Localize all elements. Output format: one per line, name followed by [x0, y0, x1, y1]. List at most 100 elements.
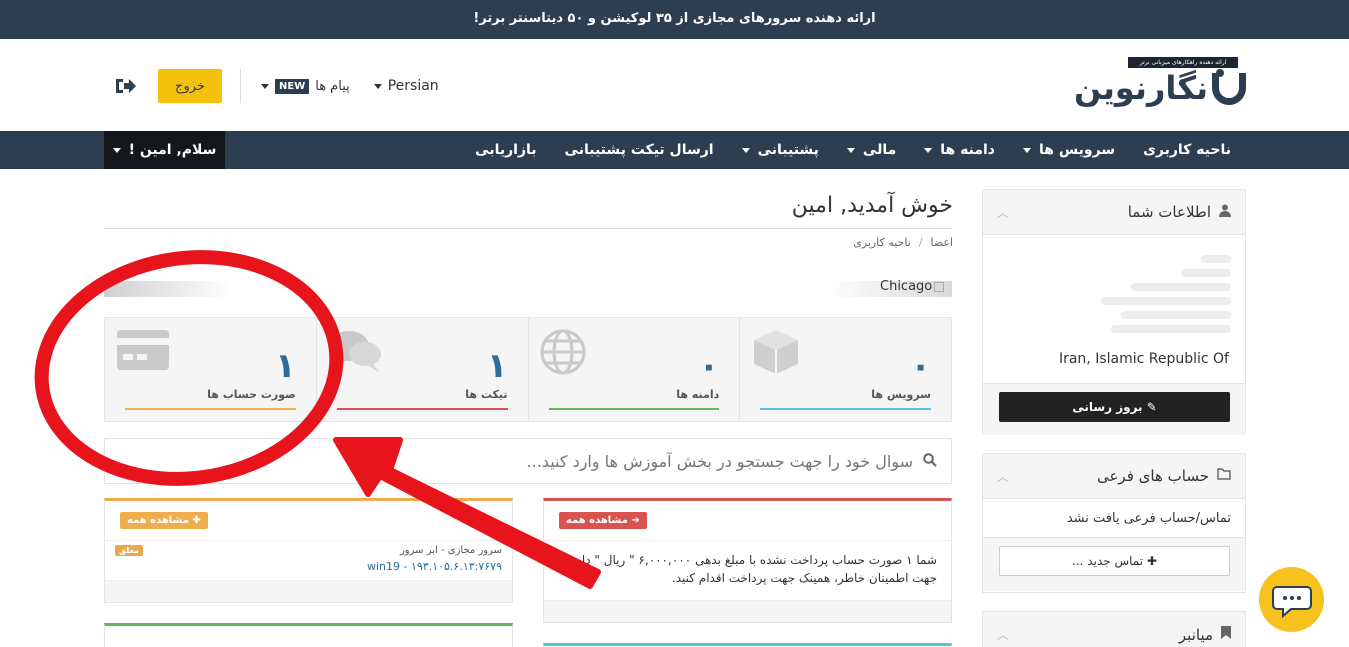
nav-item-3[interactable]: مالی — [833, 131, 910, 169]
title-divider — [104, 228, 952, 229]
stat-value: ۱ — [486, 346, 508, 386]
stat-value: ۰ — [698, 346, 720, 386]
update-label: بروز رسانی — [1072, 400, 1143, 414]
service-row[interactable]: سرور مجازی - ابر سرور win19 - ۱۹۳.۱۰۵.۶.… — [105, 541, 512, 575]
status-badge: معلق — [115, 545, 143, 556]
view-all-services-button[interactable]: مشاهده همه ✚ — [120, 512, 208, 529]
shortcuts-header[interactable]: میانبر ︿ — [983, 612, 1245, 647]
chevron-up-icon[interactable]: ︿ — [997, 468, 1009, 485]
chat-icon — [1271, 585, 1312, 618]
header-actions: خروج NEW پیام ها Persian — [110, 69, 439, 103]
nav-item-1[interactable]: سرویس ها — [1009, 131, 1129, 169]
messages-menu[interactable]: NEW پیام ها — [261, 78, 350, 94]
new-contact-button[interactable]: ✚ تماس جدید ... — [999, 546, 1230, 576]
header-divider — [240, 69, 241, 103]
messages-label: پیام ها — [315, 78, 350, 94]
nav-item-2[interactable]: دامنه ها — [910, 131, 1009, 169]
subaccounts-header[interactable]: حساب های فرعی ︿ — [983, 454, 1245, 499]
broken-image-icon — [934, 281, 945, 292]
nav-items: ناحیه کاربری سرویس ها دامنه ها مالی پشتیبانی… — [461, 131, 1245, 169]
nav-item-label: بازاریابی — [475, 142, 537, 158]
services-card-footer — [105, 580, 512, 602]
main-navbar: ناحیه کاربری سرویس ها دامنه ها مالی پشتیبانی… — [0, 131, 1349, 169]
announcement-bar: ارائه دهنده سرورهای مجازی از ۳۵ لوکیشن و… — [0, 0, 1349, 39]
your-info-header[interactable]: اطلاعات شما ︿ — [983, 190, 1245, 235]
redacted-line — [1121, 311, 1231, 319]
view-all-label: مشاهده همه — [566, 515, 628, 526]
redacted-line — [1101, 297, 1231, 305]
your-info-panel: اطلاعات شما ︿ Iran, Islamic Republic Of … — [982, 189, 1246, 435]
redacted-line — [1201, 255, 1231, 263]
chevron-down-icon — [261, 83, 269, 89]
user-menu[interactable]: سلام, امین ! — [104, 131, 225, 169]
box-icon — [750, 328, 802, 376]
folder-icon — [1217, 468, 1231, 484]
chevron-down-icon — [846, 147, 855, 153]
language-selector[interactable]: Persian — [373, 78, 439, 94]
stat-tile-1[interactable]: ۰ دامنه ها — [527, 318, 740, 421]
site-logo[interactable]: ارائه دهنده راهکارهای میزبانی برتر نگارن… — [1066, 57, 1246, 113]
invoices-card: مشاهده همه ➔ شما ۱ صورت حساب پرداخت نشده… — [543, 498, 952, 623]
logout-button[interactable]: خروج — [158, 69, 222, 103]
stat-tile-3[interactable]: ۱ صورت حساب ها — [105, 318, 316, 421]
breadcrumb-current: ناحیه کاربری — [853, 236, 911, 249]
nav-item-5[interactable]: ارسال تیکت پشتیبانی — [551, 131, 728, 169]
service-name: سرور مجازی - ابر سرور — [399, 545, 502, 556]
chevron-up-icon[interactable]: ︿ — [997, 626, 1009, 643]
sign-out-icon[interactable] — [114, 75, 138, 97]
logo-dot-icon — [1216, 69, 1224, 77]
new-contact-label: تماس جدید ... — [1072, 554, 1144, 568]
slider-prev-arrow[interactable] — [104, 281, 232, 297]
your-info-title: اطلاعات شما — [1127, 203, 1211, 221]
domains-card — [104, 623, 513, 647]
nav-item-label: ناحیه کاربری — [1143, 142, 1231, 158]
services-card: مشاهده همه ✚ سرور مجازی - ابر سرور win19… — [104, 498, 513, 603]
redacted-line — [1131, 283, 1231, 291]
page-title: خوش آمدید, امین — [791, 193, 953, 218]
invoices-notice: شما ۱ صورت حساب پرداخت نشده با مبلغ بدهی… — [566, 553, 937, 585]
bookmark-icon — [1221, 626, 1231, 643]
user-icon — [1219, 204, 1231, 221]
chevron-down-icon — [924, 147, 933, 153]
chevron-down-icon — [1022, 147, 1031, 153]
nav-item-4[interactable]: پشتیبانی — [728, 131, 833, 169]
view-all-invoices-button[interactable]: مشاهده همه ➔ — [559, 512, 647, 529]
stat-accent-bar — [336, 408, 508, 410]
update-button[interactable]: ✎ بروز رسانی — [999, 392, 1230, 422]
chevron-up-icon[interactable]: ︿ — [997, 204, 1009, 221]
redacted-line — [1111, 325, 1231, 333]
breadcrumb: اعضا/ناحیه کاربری — [853, 236, 953, 249]
search-input[interactable] — [153, 451, 913, 471]
nav-item-0[interactable]: ناحیه کاربری — [1129, 131, 1245, 169]
stat-label: سرویس ها — [871, 388, 931, 401]
view-all-label: مشاهده همه — [127, 515, 189, 526]
service-detail[interactable]: win19 - ۱۹۳.۱۰۵.۶.۱۳:۷۶۷۹ — [115, 560, 502, 573]
logo-text: نگارنوین — [1074, 69, 1208, 107]
shortcuts-panel: میانبر ︿ — [982, 611, 1246, 647]
user-greeting: سلام, امین ! — [128, 142, 217, 158]
stat-accent-bar — [548, 408, 720, 410]
shortcuts-title: میانبر — [1178, 625, 1213, 644]
announcement-text: ارائه دهنده سرورهای مجازی از ۳۵ لوکیشن و… — [473, 11, 876, 26]
breadcrumb-home[interactable]: اعضا — [930, 236, 953, 249]
stat-label: صورت حساب ها — [207, 388, 296, 401]
stat-tile-2[interactable]: ۱ تیکت ها — [315, 318, 528, 421]
subaccounts-footer: ✚ تماس جدید ... — [983, 537, 1245, 591]
stat-label: تیکت ها — [465, 388, 508, 401]
slider-label-text: Chicago — [880, 279, 933, 294]
nav-item-label: مالی — [862, 142, 897, 158]
services-card-header: مشاهده همه ✚ — [105, 501, 512, 541]
live-chat-button[interactable] — [1259, 567, 1324, 632]
stat-accent-bar — [760, 408, 931, 410]
slider-image-alt[interactable]: Chicago — [880, 279, 945, 294]
nav-item-6[interactable]: بازاریابی — [461, 131, 550, 169]
credit-card-icon — [115, 328, 169, 376]
subaccounts-title: حساب های فرعی — [1096, 467, 1209, 485]
invoices-card-header: مشاهده همه ➔ — [544, 501, 951, 541]
nav-item-label: سرویس ها — [1038, 142, 1116, 158]
stat-tile-0[interactable]: ۰ سرویس ها — [739, 318, 951, 421]
invoices-card-footer — [544, 600, 951, 622]
nav-item-label: دامنه ها — [940, 142, 995, 158]
language-label: Persian — [387, 78, 439, 94]
kb-search — [104, 438, 952, 484]
